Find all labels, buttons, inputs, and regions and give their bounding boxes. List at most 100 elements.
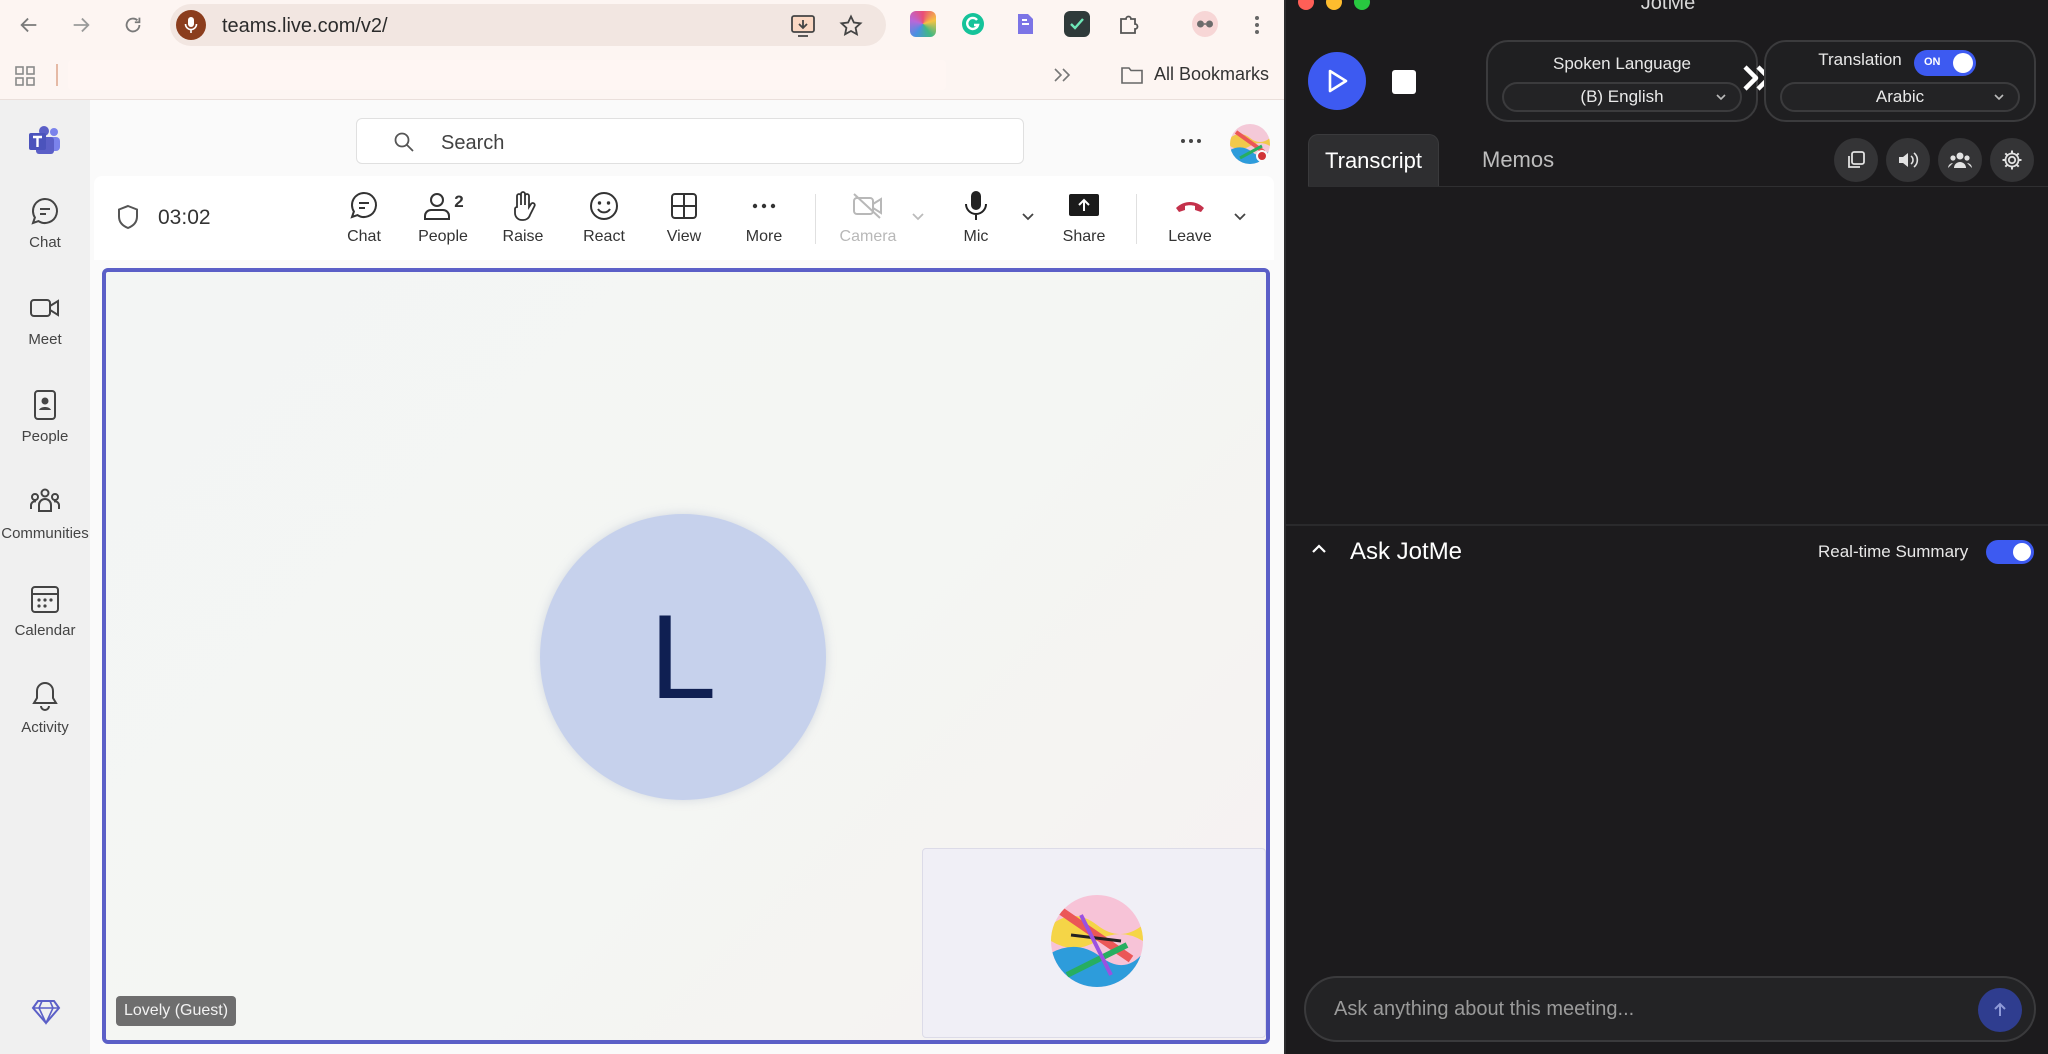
camera-button[interactable]: Camera [828,188,908,246]
meeting-chat-button[interactable]: Chat [324,188,404,246]
tabs-divider [1308,186,2048,187]
document-extension-icon[interactable] [1012,11,1038,37]
chevron-down-icon [1716,94,1726,101]
all-bookmarks-button[interactable]: All Bookmarks [1120,64,1269,85]
mic-button[interactable]: Mic [936,188,1016,246]
share-screen-icon [1069,194,1099,216]
rail-communities-label: Communities [1,525,89,542]
extension-color-icon[interactable] [910,11,936,37]
back-icon[interactable] [16,12,42,38]
translation-toggle[interactable]: ON [1914,50,1976,76]
ask-placeholder: Ask anything about this meeting... [1334,998,1635,1020]
teams-logo-icon[interactable] [28,126,62,156]
browser-menu-icon[interactable] [1244,12,1270,38]
stop-button[interactable] [1392,70,1416,94]
bookmark-divider [56,64,58,86]
rail-calendar[interactable]: Calendar [0,582,90,639]
all-bookmarks-label: All Bookmarks [1154,64,1270,84]
extensions-puzzle-icon[interactable] [1116,11,1142,37]
realtime-summary-toggle[interactable] [1986,540,2034,564]
more-button[interactable]: More [724,188,804,246]
send-button[interactable] [1978,988,2022,1032]
apps-grid-icon[interactable] [14,65,36,87]
grammarly-icon[interactable] [960,11,986,37]
share-button[interactable]: Share [1044,188,1124,246]
speaker-icon[interactable] [1886,138,1930,182]
translation-panel: Translation ON Arabic [1764,40,2036,122]
rail-people-label: People [21,428,69,445]
self-avatar [1051,895,1143,987]
teams-search-bar[interactable]: Search [356,118,1024,164]
camera-options-chevron-icon[interactable] [908,206,928,226]
jotme-title: JotMe [1640,0,1696,14]
rail-chat-label: Chat [29,234,61,251]
install-app-icon[interactable] [790,13,816,39]
bell-icon [32,681,58,711]
rail-meet[interactable]: Meet [0,291,90,348]
chevron-up-icon[interactable] [1310,542,1328,556]
play-button[interactable] [1308,52,1366,110]
status-badge [1256,150,1268,162]
camera-label: Camera [839,228,897,245]
more-bookmarks-icon[interactable] [1052,66,1072,84]
forward-icon[interactable] [68,12,94,38]
spoken-language-panel: Spoken Language (B) English [1486,40,1758,122]
meeting-timer: 03:02 [158,206,211,229]
chat-icon [350,191,377,219]
view-button[interactable]: View [644,188,724,246]
rail-people[interactable]: People [0,388,90,445]
view-label: View [666,228,702,245]
people-count: 2 [454,192,464,211]
search-icon [394,132,414,152]
arrow-up-icon [1994,1002,2006,1016]
rail-activity-label: Activity [21,719,69,736]
translation-toggle-label: ON [1924,56,1941,68]
ask-input[interactable]: Ask anything about this meeting... [1304,976,2036,1042]
copy-icon[interactable] [1834,138,1878,182]
spoken-language-value: (B) English [1580,87,1664,106]
checkmark-extension-icon[interactable] [1064,11,1090,37]
gear-icon[interactable] [1990,138,2034,182]
teams-app-rail: Chat Meet People Communities Calendar Ac… [0,100,90,1054]
meeting-people-button[interactable]: 2 People [403,188,483,246]
raise-hand-button[interactable]: Raise [483,188,563,246]
tab-transcript[interactable]: Transcript [1308,134,1439,186]
toolbar-divider [1136,194,1137,244]
video-icon [30,299,59,317]
bookmark-star-icon[interactable] [838,13,864,39]
calendar-icon [31,586,59,613]
mic-options-chevron-icon[interactable] [1018,206,1038,226]
more-options-icon[interactable] [1176,126,1206,156]
rail-chat[interactable]: Chat [0,194,90,251]
self-video-tile[interactable] [922,848,1266,1038]
contact-book-icon [34,390,56,420]
spoken-language-select[interactable]: (B) English [1502,82,1742,112]
meeting-toolbar: 03:02 Chat 2 People Raise React View Mor… [94,176,1274,260]
url-text[interactable]: teams.live.com/v2/ [222,15,388,38]
reload-icon[interactable] [120,12,146,38]
address-bar[interactable]: teams.live.com/v2/ [170,4,886,46]
react-button[interactable]: React [564,188,644,246]
smiley-icon [590,192,618,220]
rail-communities[interactable]: Communities [0,485,90,542]
translation-language-select[interactable]: Arabic [1780,82,2020,112]
browser-window: teams.live.com/v2/ All Bookmarks Chat Me… [0,0,1284,1054]
leave-button[interactable]: Leave [1150,188,1230,246]
ask-jotme-title: Ask JotMe [1350,538,1463,565]
bookmarks-bar: All Bookmarks [0,50,1284,100]
communities-icon [30,488,60,512]
shield-icon[interactable] [116,204,140,230]
premium-diamond-icon[interactable] [31,998,61,1026]
participants-icon[interactable] [1938,138,1982,182]
profile-glasses-icon[interactable] [1192,11,1218,37]
microphone-icon[interactable] [176,10,206,40]
react-label: React [583,228,625,245]
rail-calendar-label: Calendar [14,622,76,639]
rail-activity[interactable]: Activity [0,679,90,736]
participant-avatar: L [540,514,826,800]
bookmark-items-area [68,60,946,90]
tab-memos[interactable]: Memos [1466,134,1570,186]
toolbar-divider [815,194,816,244]
meeting-chat-label: Chat [347,228,381,245]
leave-options-chevron-icon[interactable] [1230,206,1250,226]
